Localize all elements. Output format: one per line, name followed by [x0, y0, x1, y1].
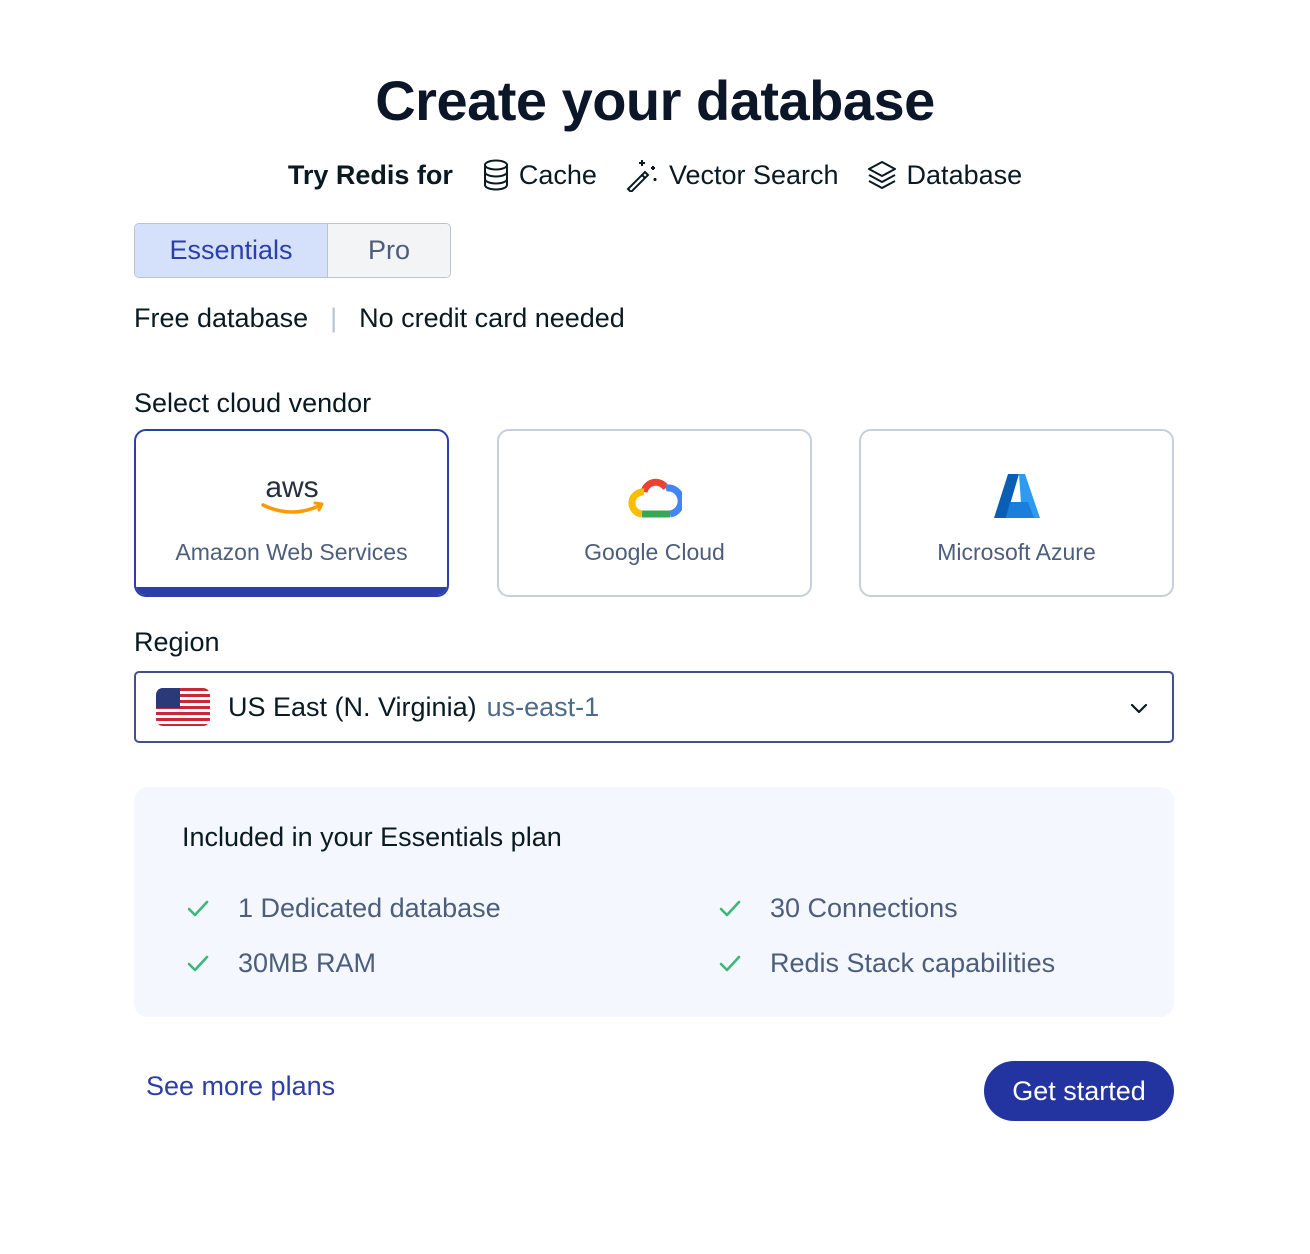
- vendor-card-azure[interactable]: Microsoft Azure: [859, 429, 1174, 597]
- check-icon: [187, 900, 209, 916]
- try-item-label: Vector Search: [668, 159, 839, 190]
- tab-pro[interactable]: Pro: [328, 224, 450, 277]
- try-item-cache[interactable]: Cache: [483, 159, 597, 191]
- check-icon: [719, 955, 741, 971]
- feature-item: 30MB RAM: [186, 948, 376, 979]
- feature-item: 1 Dedicated database: [186, 893, 501, 924]
- included-features-panel: Included in your Essentials plan 1 Dedic…: [134, 787, 1174, 1017]
- vendor-name: Amazon Web Services: [175, 539, 408, 565]
- vendor-section-label: Select cloud vendor: [134, 388, 372, 418]
- region-select[interactable]: US East (N. Virginia) us-east-1: [134, 671, 1174, 743]
- tab-essentials[interactable]: Essentials: [135, 224, 328, 277]
- see-more-plans-link[interactable]: See more plans: [146, 1071, 335, 1102]
- database-cylinder-icon: [483, 159, 508, 191]
- svg-text:aws: aws: [265, 471, 318, 504]
- feature-item: Redis Stack capabilities: [718, 948, 1055, 979]
- vendor-name: Microsoft Azure: [937, 539, 1096, 565]
- feature-item: 30 Connections: [718, 893, 958, 924]
- try-item-database[interactable]: Database: [867, 159, 1023, 191]
- check-icon: [187, 955, 209, 971]
- try-item-vector-search[interactable]: Vector Search: [625, 158, 839, 192]
- aws-logo-icon: aws: [257, 467, 327, 525]
- magic-wand-icon: [626, 160, 657, 192]
- no-credit-card-text: No credit card needed: [359, 303, 625, 333]
- check-icon: [719, 900, 741, 916]
- included-title: Included in your Essentials plan: [182, 822, 562, 852]
- azure-logo-icon: [992, 467, 1042, 525]
- feature-label: 30 Connections: [770, 893, 958, 923]
- feature-label: 1 Dedicated database: [238, 893, 501, 923]
- vendor-card-aws[interactable]: aws Amazon Web Services: [134, 429, 449, 597]
- free-database-text: Free database: [134, 303, 309, 333]
- google-cloud-logo-icon: [627, 467, 682, 525]
- try-redis-label: Try Redis for: [287, 159, 453, 190]
- try-item-label: Cache: [518, 159, 597, 190]
- separator: |: [330, 303, 338, 333]
- feature-label: 30MB RAM: [238, 948, 377, 978]
- vendor-card-google-cloud[interactable]: Google Cloud: [497, 429, 812, 597]
- region-code: us-east-1: [486, 691, 600, 722]
- page-title: Create your database: [375, 69, 935, 132]
- chevron-down-icon: [1130, 703, 1148, 714]
- feature-label: Redis Stack capabilities: [770, 948, 1056, 978]
- try-redis-row: Try Redis for Cache Vector Search Databa…: [0, 158, 1310, 192]
- region-label: Region: [134, 627, 220, 657]
- region-name: US East (N. Virginia): [228, 691, 477, 722]
- get-started-button[interactable]: Get started: [984, 1061, 1174, 1121]
- plan-info-row: Free database | No credit card needed: [134, 303, 625, 334]
- plan-toggle: Essentials Pro: [134, 223, 451, 278]
- try-item-label: Database: [906, 159, 1023, 190]
- us-flag-icon: [156, 688, 210, 726]
- layers-icon: [867, 161, 896, 189]
- vendor-name: Google Cloud: [584, 539, 725, 565]
